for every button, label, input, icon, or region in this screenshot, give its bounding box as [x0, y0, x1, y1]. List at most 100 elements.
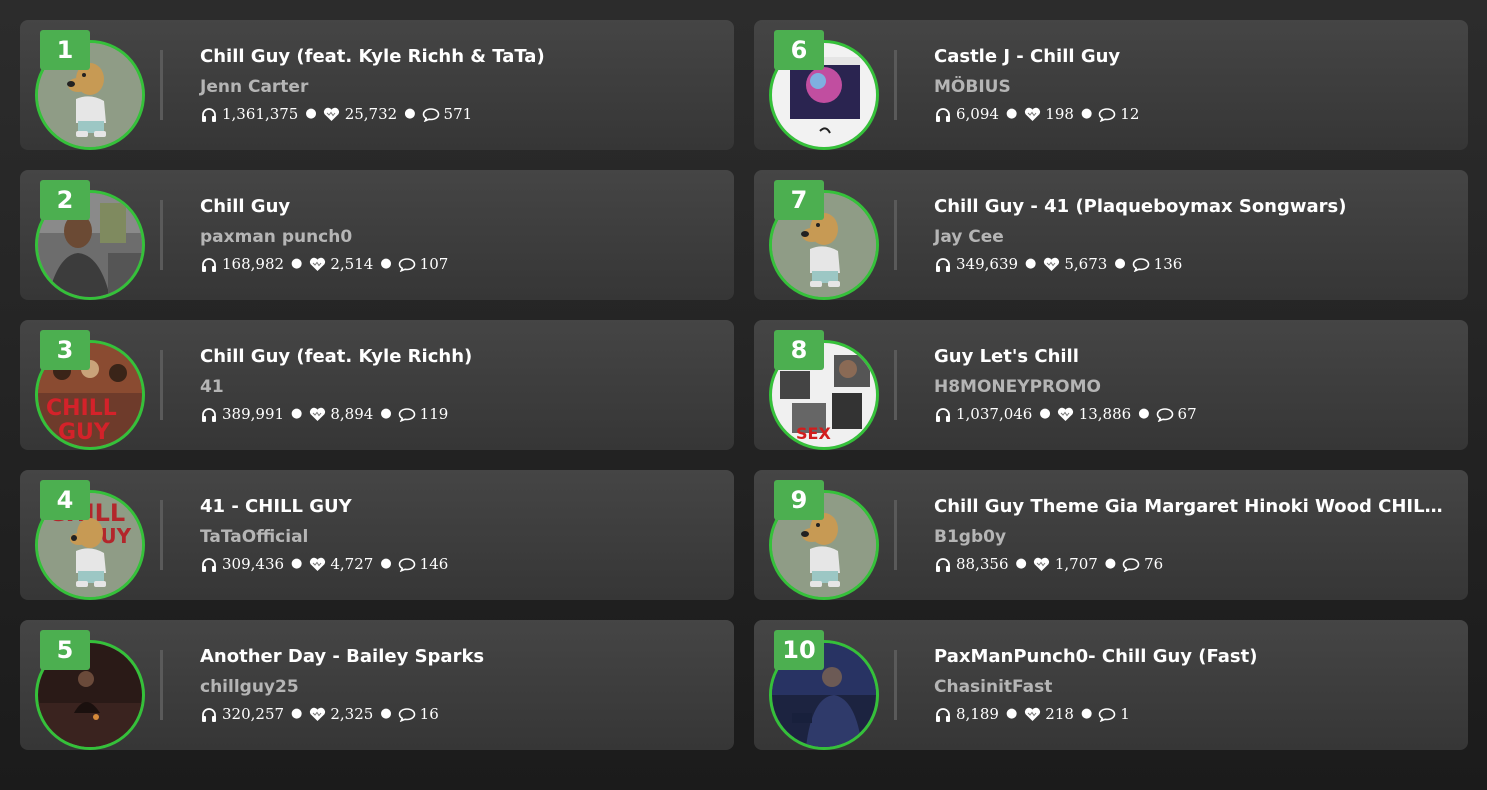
track-artist[interactable]: Jenn Carter: [200, 74, 720, 100]
track-card[interactable]: 6 Castle J - Chill Guy MÖBIUS 6,094 ● 19…: [754, 20, 1468, 150]
divider: [160, 500, 163, 570]
track-info: Castle J - Chill Guy MÖBIUS 6,094 ● 198 …: [934, 44, 1454, 124]
track-artist[interactable]: MÖBIUS: [934, 74, 1454, 100]
svg-text:GUY: GUY: [58, 420, 111, 445]
track-card[interactable]: 9 Chill Guy Theme Gia Margaret Hinoki Wo…: [754, 470, 1468, 600]
rank-badge: 1: [40, 30, 90, 70]
headphones-icon: [934, 556, 952, 572]
track-title[interactable]: Guy Let's Chill: [934, 344, 1454, 370]
track-info: PaxManPunch0- Chill Guy (Fast) ChasinitF…: [934, 644, 1454, 724]
track-info: Chill Guy (feat. Kyle Richh) 41 389,991 …: [200, 344, 720, 424]
track-title[interactable]: Chill Guy - 41 (Plaqueboymax Songwars): [934, 194, 1454, 220]
track-stats: 309,436 ● 4,727 ● 146: [200, 554, 720, 574]
track-card[interactable]: 1 Chill Guy (feat. Kyle Richh & TaTa) Je…: [20, 20, 734, 150]
like-count: 25,732: [344, 105, 398, 123]
track-artist[interactable]: ChasinitFast: [934, 674, 1454, 700]
comment-count: 119: [419, 405, 449, 423]
track-title[interactable]: Chill Guy (feat. Kyle Richh): [200, 344, 720, 370]
divider: [160, 200, 163, 270]
track-stats: 1,361,375 ● 25,732 ● 571: [200, 104, 720, 124]
track-title[interactable]: Chill Guy (feat. Kyle Richh & TaTa): [200, 44, 720, 70]
headphones-icon: [934, 106, 952, 122]
track-chart-grid: 1 Chill Guy (feat. Kyle Richh & TaTa) Je…: [20, 20, 1468, 750]
separator-dot: ●: [1104, 556, 1117, 571]
headphones-icon: [200, 706, 218, 722]
play-count: 1,361,375: [222, 105, 299, 123]
track-title[interactable]: Another Day - Bailey Sparks: [200, 644, 720, 670]
comment-count: 136: [1153, 255, 1183, 273]
play-count: 349,639: [956, 255, 1019, 273]
comment-icon: [398, 556, 416, 572]
separator-dot: ●: [380, 406, 392, 421]
track-artist[interactable]: TaTaOfficial: [200, 524, 720, 550]
like-count: 5,673: [1064, 255, 1108, 273]
track-card[interactable]: CHILL GUY 4 41 - CHILL GUY TaTaOfficial …: [20, 470, 734, 600]
track-title[interactable]: PaxManPunch0- Chill Guy (Fast): [934, 644, 1454, 670]
track-artist[interactable]: 41: [200, 374, 720, 400]
like-count: 1,707: [1054, 555, 1098, 573]
headphones-icon: [200, 106, 218, 122]
track-card[interactable]: 7 Chill Guy - 41 (Plaqueboymax Songwars)…: [754, 170, 1468, 300]
comment-icon: [1132, 256, 1150, 272]
track-info: Guy Let's Chill H8MONEYPROMO 1,037,046 ●…: [934, 344, 1454, 424]
track-card[interactable]: SEX 8 Guy Let's Chill H8MONEYPROMO 1,037…: [754, 320, 1468, 450]
divider: [894, 200, 897, 270]
track-title[interactable]: Castle J - Chill Guy: [934, 44, 1454, 70]
track-artist[interactable]: H8MONEYPROMO: [934, 374, 1454, 400]
track-title[interactable]: Chill Guy: [200, 194, 720, 220]
track-stats: 389,991 ● 8,894 ● 119: [200, 404, 720, 424]
track-card[interactable]: CHILL GUY 3 Chill Guy (feat. Kyle Richh)…: [20, 320, 734, 450]
track-artist[interactable]: chillguy25: [200, 674, 720, 700]
track-title[interactable]: 41 - CHILL GUY: [200, 494, 720, 520]
track-stats: 349,639 ● 5,673 ● 136: [934, 254, 1454, 274]
track-title[interactable]: Chill Guy Theme Gia Margaret Hinoki Wood…: [934, 494, 1454, 520]
like-count: 198: [1045, 105, 1074, 123]
heart-icon: [323, 106, 341, 122]
divider: [160, 50, 163, 120]
track-artist[interactable]: Jay Cee: [934, 224, 1454, 250]
headphones-icon: [934, 256, 952, 272]
comment-count: 571: [443, 105, 473, 123]
headphones-icon: [934, 706, 952, 722]
track-stats: 168,982 ● 2,514 ● 107: [200, 254, 720, 274]
comment-count: 12: [1120, 105, 1140, 123]
rank-badge: 9: [774, 480, 824, 520]
separator-dot: ●: [1138, 406, 1150, 421]
rank-badge: 8: [774, 330, 824, 370]
track-artist[interactable]: B1gb0y: [934, 524, 1454, 550]
like-count: 13,886: [1078, 405, 1132, 423]
track-info: Chill Guy paxman punch0 168,982 ● 2,514 …: [200, 194, 720, 274]
headphones-icon: [200, 406, 218, 422]
heart-icon: [308, 556, 326, 572]
divider: [894, 350, 897, 420]
separator-dot: ●: [1005, 106, 1018, 121]
svg-text:SEX: SEX: [796, 424, 831, 443]
track-info: Chill Guy Theme Gia Margaret Hinoki Wood…: [934, 494, 1454, 574]
track-artist[interactable]: paxman punch0: [200, 224, 720, 250]
comment-icon: [1098, 106, 1116, 122]
separator-dot: ●: [1080, 106, 1093, 121]
headphones-icon: [200, 256, 218, 272]
track-stats: 320,257 ● 2,325 ● 16: [200, 704, 720, 724]
rank-badge: 7: [774, 180, 824, 220]
rank-badge: 10: [774, 630, 824, 670]
rank-badge: 2: [40, 180, 90, 220]
track-card[interactable]: 10 PaxManPunch0- Chill Guy (Fast) Chasin…: [754, 620, 1468, 750]
track-card[interactable]: 2 Chill Guy paxman punch0 168,982 ● 2,51…: [20, 170, 734, 300]
headphones-icon: [934, 406, 952, 422]
track-card[interactable]: 5 Another Day - Bailey Sparks chillguy25…: [20, 620, 734, 750]
play-count: 168,982: [222, 255, 285, 273]
separator-dot: ●: [291, 706, 303, 721]
track-info: Chill Guy - 41 (Plaqueboymax Songwars) J…: [934, 194, 1454, 274]
play-count: 309,436: [222, 555, 285, 573]
svg-text:CHILL: CHILL: [46, 396, 117, 421]
comment-icon: [1156, 406, 1174, 422]
like-count: 8,894: [330, 405, 374, 423]
comment-icon: [398, 406, 416, 422]
comment-icon: [1122, 556, 1140, 572]
like-count: 2,325: [330, 705, 374, 723]
separator-dot: ●: [1025, 256, 1037, 271]
heart-icon: [1033, 556, 1051, 572]
track-stats: 8,189 ● 218 ● 1: [934, 704, 1454, 724]
comment-count: 107: [419, 255, 449, 273]
